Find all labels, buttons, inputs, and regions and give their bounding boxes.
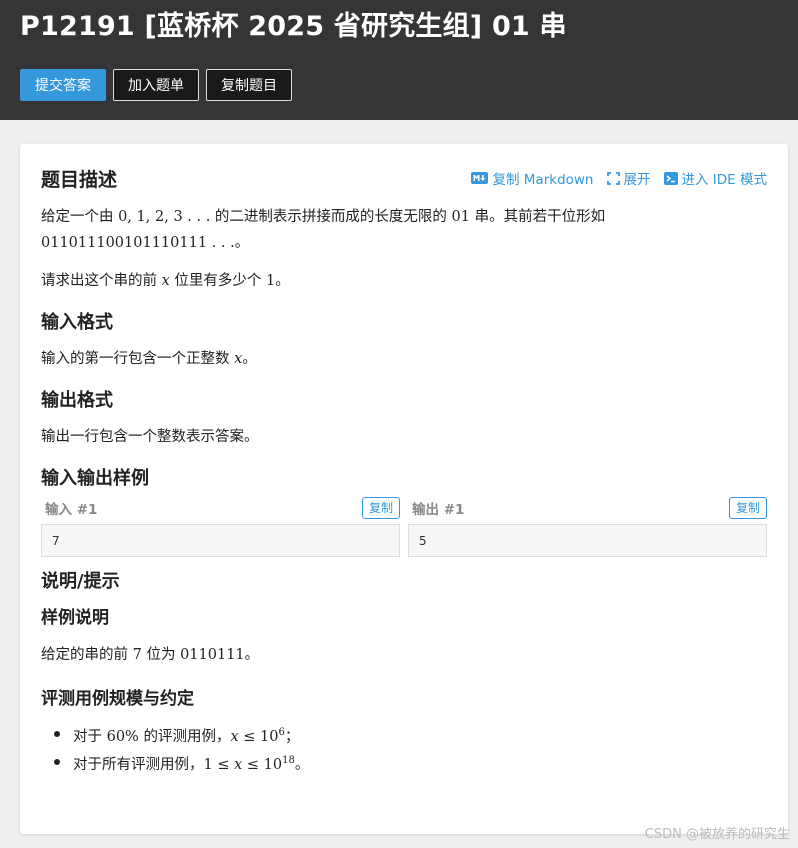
ide-mode-link[interactable]: 进入 IDE 模式 <box>663 168 768 188</box>
input-text: 。 <box>242 351 257 367</box>
list-item: 对于所有评测用例，1 ≤ x ≤ 1018。 <box>41 749 767 777</box>
constraint-math: x <box>230 728 239 745</box>
input-format-text: 输入的第一行包含一个正整数 x。 <box>41 346 767 372</box>
constraint-text: ； <box>284 728 300 745</box>
desc-text: 串。其前若干位形如 <box>470 209 606 225</box>
desc-math: 0, 1, 2, 3 . . . <box>118 209 211 225</box>
ide-mode-label: 进入 IDE 模式 <box>681 172 768 188</box>
input-format-heading: 输入格式 <box>41 312 113 333</box>
constraint-exponent: 18 <box>282 754 295 766</box>
input-text: 输入的第一行包含一个正整数 <box>41 351 235 367</box>
card-header: 题目描述 复制 Markdown 展开 进入 IDE 模式 <box>41 164 767 192</box>
constraint-text: 对于 <box>73 728 107 745</box>
constraint-text: 的评测用例， <box>138 728 231 745</box>
constraint-text: 。 <box>294 756 310 773</box>
constraint-text: 对于所有评测用例， <box>73 756 204 773</box>
example-explanation-heading: 样例说明 <box>41 608 109 628</box>
desc-math: x <box>161 273 170 289</box>
desc-text: 请求出这个串的前 <box>41 273 162 289</box>
copy-input-button[interactable]: 复制 <box>361 497 400 519</box>
card-actions: 复制 Markdown 展开 进入 IDE 模式 <box>471 168 767 188</box>
header-button-row: 提交答案 加入题单 复制题目 <box>20 69 778 101</box>
markdown-icon <box>471 172 489 184</box>
copy-markdown-label: 复制 Markdown <box>492 172 594 188</box>
expand-label: 展开 <box>623 172 651 188</box>
desc-text: 位里有多少个 <box>169 273 267 289</box>
expand-icon <box>606 171 620 185</box>
desc-text: 的二进制表示拼接而成的长度无限的 <box>210 209 452 225</box>
constraints-list: 对于 60% 的评测用例，x ≤ 106； 对于所有评测用例，1 ≤ x ≤ 1… <box>41 721 767 777</box>
sample-input-box[interactable]: 7 <box>41 524 400 557</box>
constraint-math: 1 <box>203 756 213 773</box>
hint-heading: 说明/提示 <box>41 571 120 592</box>
samples-heading: 输入输出样例 <box>41 468 149 489</box>
question-paragraph: 请求出这个串的前 x 位里有多少个 1。 <box>41 268 767 294</box>
example-math: 7 <box>132 647 142 663</box>
scale-heading: 评测用例规模与约定 <box>41 689 194 709</box>
output-format-heading: 输出格式 <box>41 390 113 411</box>
constraint-math: 60% <box>106 728 139 745</box>
list-item: 对于 60% 的评测用例，x ≤ 106； <box>41 721 767 749</box>
copy-problem-button[interactable]: 复制题目 <box>206 69 292 101</box>
sample-input-header: 输入 #1 复制 <box>41 496 400 520</box>
constraint-math: ≤ <box>238 728 261 745</box>
add-to-list-button[interactable]: 加入题单 <box>113 69 199 101</box>
example-text: 给定的串的前 <box>41 647 133 663</box>
description-heading: 题目描述 <box>41 168 118 191</box>
page-header: P12191 [蓝桥杯 2025 省研究生组] 01 串 提交答案 加入题单 复… <box>0 0 798 120</box>
problem-title: P12191 [蓝桥杯 2025 省研究生组] 01 串 <box>20 11 567 42</box>
desc-text: 。 <box>234 235 250 251</box>
expand-link[interactable]: 展开 <box>606 168 651 188</box>
sample-output-header: 输出 #1 复制 <box>408 496 767 520</box>
submit-answer-button[interactable]: 提交答案 <box>20 69 106 101</box>
watermark: CSDN @被放养的研究生 <box>644 827 790 842</box>
constraint-math: 10 <box>263 756 283 773</box>
desc-math: 011011100101110111 . . . <box>41 235 235 251</box>
terminal-icon <box>663 171 678 185</box>
sample-input: 输入 #1 复制 7 <box>41 496 400 557</box>
desc-text: 给定一个由 <box>41 209 119 225</box>
sample-output: 输出 #1 复制 5 <box>408 496 767 557</box>
sample-output-label: 输出 #1 <box>412 502 465 518</box>
desc-math: 1 <box>266 273 276 289</box>
copy-markdown-link[interactable]: 复制 Markdown <box>471 168 594 188</box>
example-math: 0110111 <box>180 647 245 663</box>
output-format-text: 输出一行包含一个整数表示答案。 <box>41 429 259 445</box>
example-text: 位为 <box>141 647 181 663</box>
sample-output-box[interactable]: 5 <box>408 524 767 557</box>
copy-output-button[interactable]: 复制 <box>728 497 767 519</box>
constraint-math: ≤ <box>242 756 264 773</box>
desc-text: 。 <box>275 273 290 289</box>
desc-math: 01 <box>451 209 470 225</box>
problem-card: 题目描述 复制 Markdown 展开 进入 IDE 模式 给定一个由 0, 1… <box>20 144 788 834</box>
sample-input-label: 输入 #1 <box>45 502 98 518</box>
example-explanation-text: 给定的串的前 7 位为 0110111。 <box>41 642 767 668</box>
samples-area: 输入 #1 复制 7 输出 #1 复制 5 <box>41 496 767 557</box>
description-paragraph: 给定一个由 0, 1, 2, 3 . . . 的二进制表示拼接而成的长度无限的 … <box>41 204 767 256</box>
example-text: 。 <box>244 647 260 663</box>
constraint-math: 10 <box>260 728 279 745</box>
constraint-math: ≤ <box>212 756 235 773</box>
